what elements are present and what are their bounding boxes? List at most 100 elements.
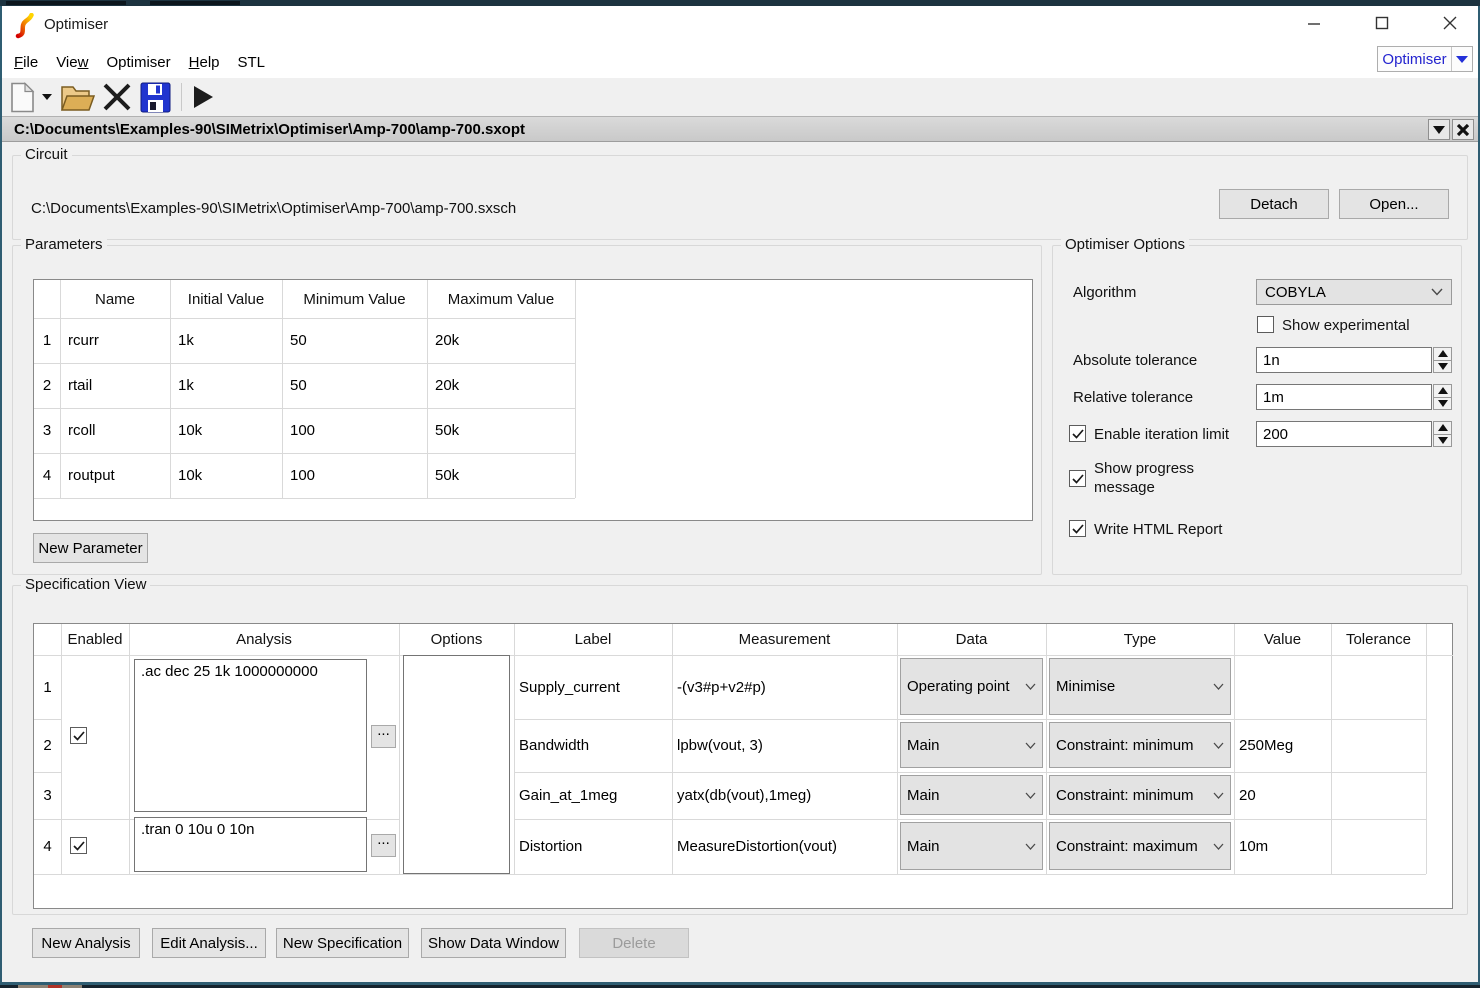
param-max-cell[interactable]: 20k (427, 318, 575, 363)
spec-data-dropdown[interactable]: Main (900, 822, 1043, 870)
spec-type-dropdown[interactable]: Constraint: maximum (1049, 822, 1231, 870)
relative-tolerance-input[interactable]: 1m (1256, 384, 1432, 410)
document-path-bar[interactable]: C:\Documents\Examples-90\SIMetrix\Optimi… (2, 116, 1478, 142)
show-progress-checkbox[interactable] (1069, 470, 1086, 487)
analysis2-text[interactable]: .tran 0 10u 0 10n (134, 817, 367, 872)
window-selector-dropdown[interactable]: Optimiser (1377, 46, 1473, 72)
param-max-cell[interactable]: 20k (427, 363, 575, 408)
algorithm-dropdown[interactable]: COBYLA (1256, 279, 1452, 305)
grid-line (1046, 624, 1047, 874)
html-report-checkbox[interactable] (1069, 520, 1086, 537)
spin-up-button[interactable] (1433, 347, 1452, 361)
parameters-table[interactable]: Name Initial Value Minimum Value Maximum… (33, 279, 1033, 521)
save-icon[interactable] (140, 82, 171, 113)
spin-up-button[interactable] (1433, 421, 1452, 435)
menu-view[interactable]: View (47, 49, 97, 75)
spec-data-dropdown[interactable]: Main (900, 775, 1043, 815)
show-experimental-checkbox[interactable] (1257, 316, 1274, 333)
specification-group: Specification View Enabled Analysis Opti… (12, 585, 1468, 915)
param-max-cell[interactable]: 50k (427, 408, 575, 453)
row-header: 1 (34, 318, 60, 363)
spec-value-cell[interactable]: 10m (1234, 819, 1331, 874)
open-folder-icon[interactable] (60, 83, 96, 112)
specification-table[interactable]: Enabled Analysis Options Label Measureme… (33, 623, 1453, 909)
param-initial-cell[interactable]: 10k (170, 408, 282, 453)
iteration-limit-checkbox[interactable] (1069, 425, 1086, 442)
show-data-window-button[interactable]: Show Data Window (421, 928, 566, 958)
new-document-dropdown-icon[interactable] (42, 94, 52, 100)
absolute-tolerance-input[interactable]: 1n (1256, 347, 1432, 373)
row-header: 3 (34, 408, 60, 453)
iteration-limit-input[interactable]: 200 (1256, 421, 1432, 447)
menu-optimiser[interactable]: Optimiser (97, 49, 179, 75)
title-bar: Optimiser (2, 6, 1478, 46)
param-name-cell[interactable]: rcoll (60, 408, 170, 453)
param-name-cell[interactable]: rtail (60, 363, 170, 408)
spec-value-cell[interactable] (1234, 655, 1331, 719)
close-document-icon[interactable] (102, 82, 132, 112)
minimize-button[interactable] (1300, 9, 1328, 37)
menu-file[interactable]: File (5, 49, 47, 75)
spec-tolerance-cell[interactable] (1331, 772, 1426, 819)
spec-tolerance-cell[interactable] (1331, 719, 1426, 772)
detach-button[interactable]: Detach (1219, 189, 1329, 219)
spin-down-button[interactable] (1433, 361, 1452, 374)
param-min-cell[interactable]: 50 (282, 318, 427, 363)
spin-up-button[interactable] (1433, 384, 1452, 398)
spec-tolerance-cell[interactable] (1331, 655, 1426, 719)
param-initial-cell[interactable]: 1k (170, 363, 282, 408)
delete-button[interactable]: Delete (579, 928, 689, 958)
param-name-cell[interactable]: routput (60, 453, 170, 498)
edit-analysis-button[interactable]: Edit Analysis... (152, 928, 266, 958)
spin-down-button[interactable] (1433, 435, 1452, 448)
param-name-cell[interactable]: rcurr (60, 318, 170, 363)
analysis1-text[interactable]: .ac dec 25 1k 1000000000 (134, 659, 367, 812)
options-box[interactable] (403, 655, 510, 874)
param-min-cell[interactable]: 100 (282, 453, 427, 498)
circuit-group: Circuit C:\Documents\Examples-90\SIMetri… (12, 155, 1468, 240)
triangle-up-icon (1438, 350, 1448, 357)
show-experimental-label: Show experimental (1282, 317, 1410, 334)
analysis1-enabled-checkbox[interactable] (70, 727, 87, 744)
menu-help[interactable]: Help (180, 49, 229, 75)
menu-bar: File View Optimiser Help STL (5, 46, 274, 78)
new-document-icon[interactable] (10, 82, 35, 113)
spec-value-cell[interactable]: 20 (1234, 772, 1331, 819)
close-button[interactable] (1436, 9, 1464, 37)
spec-label-cell[interactable]: Bandwidth (514, 719, 672, 772)
spec-label-cell[interactable]: Supply_current (514, 655, 672, 719)
spec-data-dropdown[interactable]: Operating point (900, 658, 1043, 715)
analysis1-more-button[interactable]: ... (371, 725, 396, 748)
close-view-button[interactable] (1452, 119, 1474, 140)
param-min-cell[interactable]: 50 (282, 363, 427, 408)
spec-type-dropdown[interactable]: Constraint: minimum (1049, 722, 1231, 768)
spin-down-button[interactable] (1433, 398, 1452, 411)
param-max-cell[interactable]: 50k (427, 453, 575, 498)
analysis2-more-button[interactable]: ... (371, 834, 396, 857)
param-initial-cell[interactable]: 10k (170, 453, 282, 498)
spec-value-cell[interactable]: 250Meg (1234, 719, 1331, 772)
spec-label-cell[interactable]: Distortion (514, 819, 672, 874)
new-specification-button[interactable]: New Specification (276, 928, 409, 958)
spec-label-cell[interactable]: Gain_at_1meg (514, 772, 672, 819)
view-select-button[interactable] (1428, 119, 1450, 140)
spec-type-dropdown[interactable]: Constraint: minimum (1049, 775, 1231, 815)
spec-measurement-cell[interactable]: -(v3#p+v2#p) (672, 655, 897, 719)
param-min-cell[interactable]: 100 (282, 408, 427, 453)
new-analysis-button[interactable]: New Analysis (32, 928, 140, 958)
param-initial-cell[interactable]: 1k (170, 318, 282, 363)
analysis2-enabled-checkbox[interactable] (70, 837, 87, 854)
spec-measurement-cell[interactable]: yatx(db(vout),1meg) (672, 772, 897, 819)
spec-col-options: Options (399, 624, 514, 655)
spec-tolerance-cell[interactable] (1331, 819, 1426, 874)
maximize-button[interactable] (1368, 9, 1396, 37)
new-parameter-button[interactable]: New Parameter (33, 533, 148, 563)
run-icon[interactable] (192, 85, 214, 109)
spec-measurement-cell[interactable]: MeasureDistortion(vout) (672, 819, 897, 874)
menu-stl[interactable]: STL (229, 49, 275, 75)
triangle-down-icon (1438, 400, 1448, 407)
spec-type-dropdown[interactable]: Minimise (1049, 658, 1231, 715)
spec-data-dropdown[interactable]: Main (900, 722, 1043, 768)
spec-measurement-cell[interactable]: lpbw(vout, 3) (672, 719, 897, 772)
open-button[interactable]: Open... (1339, 189, 1449, 219)
